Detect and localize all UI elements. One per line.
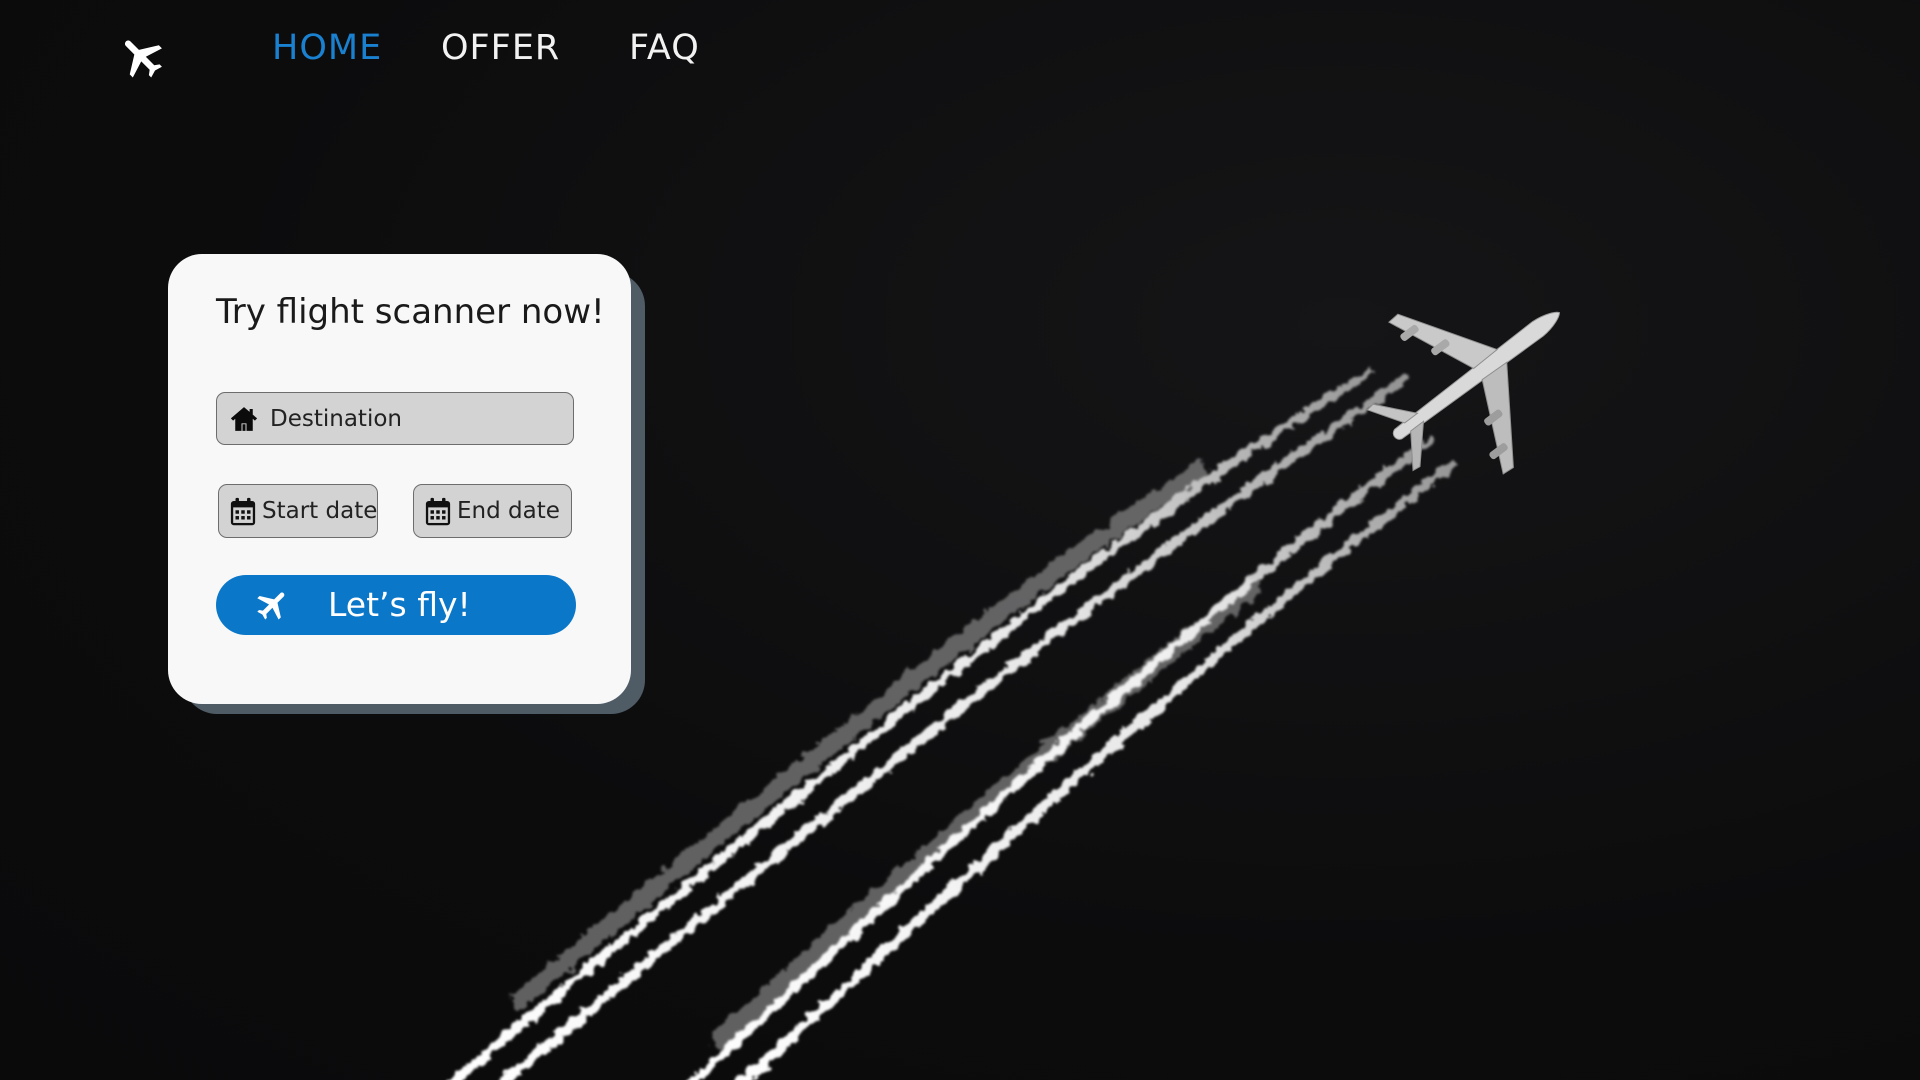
destination-placeholder: Destination [270, 406, 402, 432]
top-navbar: HOME OFFER FAQ [0, 0, 1920, 110]
landing-page: HOME OFFER FAQ Try flight scanner now! D… [0, 0, 1920, 1080]
flight-search-card: Try flight scanner now! Destination Star… [168, 254, 631, 704]
hero-airplane [1366, 311, 1560, 475]
home-icon [229, 404, 259, 434]
airplane-icon[interactable] [116, 30, 168, 82]
end-date-label: End date [457, 498, 560, 524]
start-date-button[interactable]: Start date [218, 484, 378, 538]
card-title: Try flight scanner now! [216, 292, 605, 332]
destination-input[interactable]: Destination [216, 392, 574, 445]
airplane-icon [254, 586, 292, 624]
calendar-icon [424, 497, 452, 527]
nav-link-home[interactable]: HOME [272, 28, 382, 68]
calendar-icon [229, 497, 257, 527]
start-date-label: Start date [262, 498, 378, 524]
lets-fly-label: Let’s fly! [328, 585, 471, 624]
end-date-button[interactable]: End date [413, 484, 572, 538]
nav-link-offer[interactable]: OFFER [441, 28, 560, 68]
nav-link-faq[interactable]: FAQ [629, 28, 700, 68]
lets-fly-button[interactable]: Let’s fly! [216, 575, 576, 635]
